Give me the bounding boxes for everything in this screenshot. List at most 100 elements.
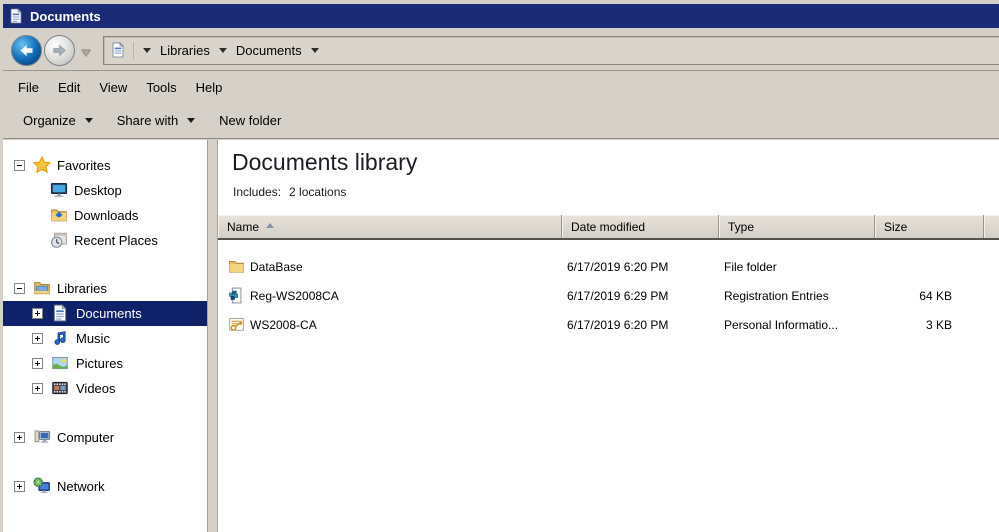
expand-icon[interactable]: [32, 358, 43, 369]
address-document-icon: [110, 42, 134, 59]
collapse-icon[interactable]: [14, 283, 25, 294]
back-arrow-icon: [20, 44, 33, 57]
computer-icon: [33, 428, 51, 446]
videos-icon: [51, 379, 69, 397]
breadcrumb-documents[interactable]: Documents: [236, 43, 302, 58]
menu-tools[interactable]: Tools: [146, 80, 176, 95]
column-label: Name: [227, 219, 260, 234]
expand-icon[interactable]: [32, 383, 43, 394]
window-icon: [8, 8, 24, 24]
new-folder-button[interactable]: New folder: [219, 113, 281, 128]
column-header-type[interactable]: Type: [719, 215, 875, 238]
file-name: WS2008-CA: [250, 318, 317, 332]
library-title: Documents library: [232, 149, 418, 175]
desktop-icon: [50, 181, 68, 199]
library-includes: Includes: 2 locations: [233, 185, 346, 199]
file-type: Registration Entries: [724, 289, 829, 303]
column-header-date-modified[interactable]: Date modified: [562, 215, 719, 238]
sidebar-item-label: Recent Places: [74, 233, 158, 248]
file-date: 6/17/2019 6:29 PM: [567, 289, 669, 303]
file-type: File folder: [724, 260, 777, 274]
table-row[interactable]: WS2008-CA 6/17/2019 6:20 PM Personal Inf…: [218, 310, 999, 339]
sidebar-item-music[interactable]: Music: [3, 326, 207, 351]
column-header-row: Name Date modified Type Size: [218, 215, 999, 240]
file-size: 64 KB: [919, 289, 952, 303]
registry-file-icon: [228, 287, 245, 304]
recent-places-icon: [50, 231, 68, 249]
sidebar-item-libraries[interactable]: Libraries: [3, 276, 207, 301]
file-date: 6/17/2019 6:20 PM: [567, 260, 669, 274]
file-size: 3 KB: [925, 318, 952, 332]
table-row[interactable]: DataBase 6/17/2019 6:20 PM File folder: [218, 252, 999, 281]
sidebar-item-network[interactable]: Network: [3, 474, 207, 499]
sidebar-item-computer[interactable]: Computer: [3, 425, 207, 450]
sidebar-item-label: Desktop: [74, 183, 122, 198]
sidebar-item-documents[interactable]: Documents: [3, 301, 207, 326]
forward-button[interactable]: [44, 35, 75, 66]
share-with-button[interactable]: Share with: [116, 113, 196, 128]
music-icon: [51, 329, 69, 347]
organize-label: Organize: [23, 113, 76, 128]
includes-label: Includes:: [233, 185, 282, 199]
file-name: DataBase: [250, 260, 303, 274]
breadcrumb-dropdown-icon[interactable]: [218, 48, 227, 53]
file-type: Personal Informatio...: [724, 318, 839, 332]
file-list-pane: Documents library Includes: 2 locations N…: [218, 140, 999, 532]
pane-splitter[interactable]: [207, 140, 218, 532]
sidebar-item-label: Computer: [57, 430, 115, 445]
expand-icon[interactable]: [14, 432, 25, 443]
sidebar-item-videos[interactable]: Videos: [3, 376, 207, 401]
sidebar-item-pictures[interactable]: Pictures: [3, 351, 207, 376]
sidebar-item-label: Downloads: [74, 208, 139, 223]
column-label: Date modified: [571, 219, 646, 234]
chevron-down-icon: [187, 118, 196, 123]
breadcrumb-dropdown-icon[interactable]: [143, 48, 151, 53]
new-folder-label: New folder: [219, 113, 282, 128]
organize-button[interactable]: Organize: [23, 113, 93, 128]
sidebar-item-downloads[interactable]: Downloads: [3, 203, 207, 228]
libraries-icon: [33, 279, 51, 297]
address-bar[interactable]: Libraries Documents: [103, 36, 999, 65]
table-row[interactable]: Reg-WS2008CA 6/17/2019 6:29 PM Registrat…: [218, 281, 999, 310]
favorites-star-icon: [32, 155, 52, 174]
share-with-label: Share with: [116, 113, 179, 128]
chevron-down-icon: [84, 118, 93, 123]
command-toolbar: Organize Share with New folder: [3, 103, 999, 139]
sidebar-item-label: Documents: [76, 306, 142, 321]
certificate-file-icon: [228, 316, 245, 333]
column-header-name[interactable]: Name: [218, 215, 562, 238]
menu-view[interactable]: View: [99, 80, 127, 95]
expand-icon[interactable]: [32, 308, 43, 319]
folder-icon: [228, 258, 245, 275]
sort-ascending-icon: [266, 223, 275, 228]
sidebar-item-desktop[interactable]: Desktop: [3, 178, 207, 203]
sidebar-item-label: Videos: [76, 381, 116, 396]
menu-file[interactable]: File: [18, 80, 39, 95]
sidebar-item-favorites[interactable]: Favorites: [3, 153, 207, 178]
breadcrumb-dropdown-icon[interactable]: [310, 48, 319, 53]
pictures-icon: [51, 354, 69, 372]
includes-value[interactable]: 2 locations: [289, 185, 346, 199]
explorer-window: { "window": { "title": "Documents" }, "n…: [0, 0, 999, 532]
menu-help[interactable]: Help: [196, 80, 223, 95]
menu-edit[interactable]: Edit: [58, 80, 80, 95]
column-label: Type: [728, 219, 755, 234]
expand-icon[interactable]: [14, 481, 25, 492]
collapse-icon[interactable]: [14, 160, 25, 171]
documents-icon: [51, 304, 69, 322]
back-button[interactable]: [11, 35, 42, 66]
downloads-icon: [50, 206, 68, 224]
expand-icon[interactable]: [32, 333, 43, 344]
sidebar-item-recent-places[interactable]: Recent Places: [3, 228, 207, 253]
column-label: Size: [884, 219, 908, 234]
sidebar-item-label: Music: [76, 331, 110, 346]
recent-pages-dropdown-icon[interactable]: [81, 49, 91, 56]
forward-arrow-icon: [53, 44, 66, 57]
title-bar[interactable]: Documents: [3, 4, 999, 28]
file-date: 6/17/2019 6:20 PM: [567, 318, 669, 332]
breadcrumb-libraries[interactable]: Libraries: [160, 43, 210, 58]
column-header-size[interactable]: Size: [875, 215, 984, 238]
sidebar-item-label: Favorites: [57, 158, 111, 173]
column-header-filler: [984, 215, 999, 238]
window-title: Documents: [30, 8, 101, 24]
